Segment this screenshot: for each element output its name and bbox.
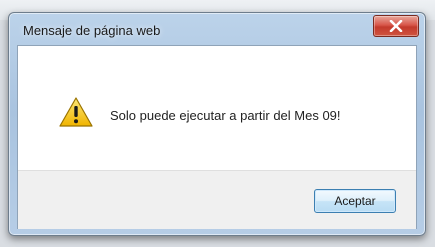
dialog-title: Mensaje de página web bbox=[23, 23, 161, 38]
dialog-title-bar[interactable]: Mensaje de página web bbox=[9, 13, 425, 47]
dialog-message: Solo puede ejecutar a partir del Mes 09! bbox=[110, 108, 341, 123]
ok-button[interactable]: Aceptar bbox=[314, 189, 396, 213]
dialog-content: Solo puede ejecutar a partir del Mes 09!… bbox=[17, 45, 417, 229]
dialog-button-bar: Aceptar bbox=[18, 170, 416, 229]
close-icon bbox=[374, 16, 418, 36]
message-dialog: Mensaje de página web Solo puede ejecuta… bbox=[8, 12, 426, 236]
message-area: Solo puede ejecutar a partir del Mes 09! bbox=[18, 46, 416, 170]
warning-icon bbox=[58, 96, 94, 128]
close-button[interactable] bbox=[373, 15, 419, 37]
